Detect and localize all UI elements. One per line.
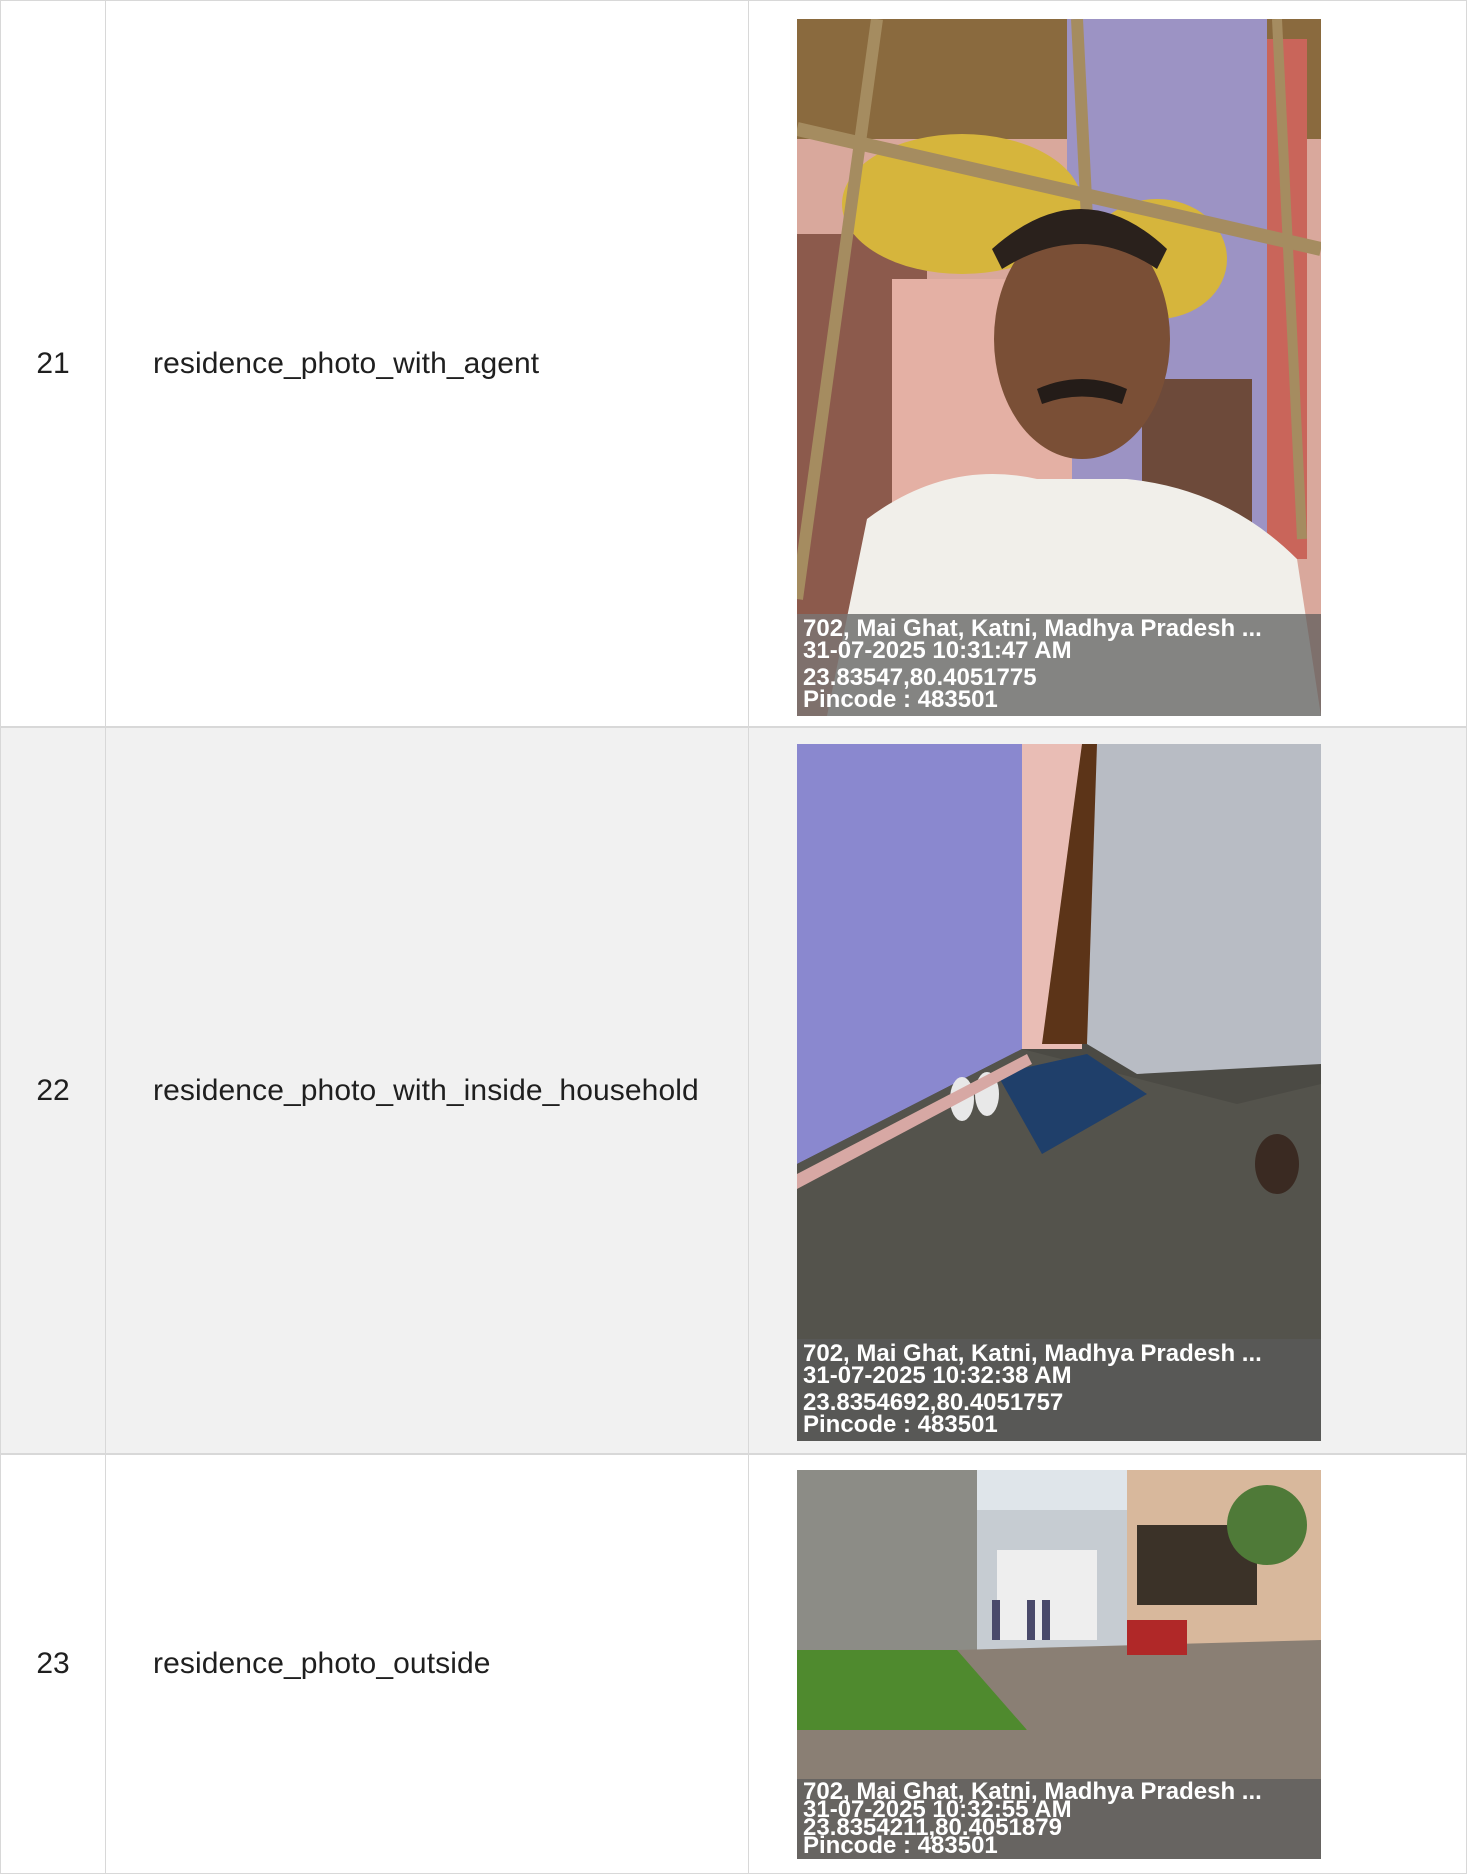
photo-type-label: residence_photo_outside: [105, 1455, 749, 1873]
residence-photo-with-inside-household[interactable]: 702, Mai Ghat, Katni, Madhya Pradesh ...…: [797, 744, 1321, 1441]
photo-cell: 702, Mai Ghat, Katni, Madhya Pradesh ...…: [749, 1455, 1466, 1873]
photo-cell: 702, Mai Ghat, Katni, Madhya Pradesh ...…: [749, 728, 1466, 1453]
inside-household-image: [797, 744, 1321, 1441]
geotag-overlay: 702, Mai Ghat, Katni, Madhya Pradesh ...…: [797, 1779, 1321, 1859]
geotag-overlay: 702, Mai Ghat, Katni, Madhya Pradesh ...…: [797, 1339, 1321, 1441]
photo-type-label: residence_photo_with_agent: [105, 1, 749, 726]
residence-photo-outside[interactable]: 702, Mai Ghat, Katni, Madhya Pradesh ...…: [797, 1470, 1321, 1859]
geotag-pincode: Pincode : 483501: [803, 1832, 998, 1859]
row-number: 22: [1, 728, 106, 1453]
photo-cell: 702, Mai Ghat, Katni, Madhya Pradesh ...…: [749, 1, 1466, 726]
residence-photo-with-agent[interactable]: 702, Mai Ghat, Katni, Madhya Pradesh ...…: [797, 19, 1321, 716]
agent-selfie-image: [797, 19, 1321, 716]
table-row: 23 residence_photo_outside 702, Mai Ghat…: [0, 1454, 1467, 1874]
photo-type-label: residence_photo_with_inside_household: [105, 728, 749, 1453]
geotag-pincode: Pincode : 483501: [803, 686, 998, 713]
table-row: 22 residence_photo_with_inside_household: [0, 727, 1467, 1454]
geotag-datetime: 31-07-2025 10:32:38 AM: [803, 1362, 1072, 1389]
geotag-datetime: 31-07-2025 10:31:47 AM: [803, 637, 1072, 664]
table-row: 21 residence_photo_with_agent 702, Mai G…: [0, 0, 1467, 727]
row-number: 21: [1, 1, 106, 726]
geotag-pincode: Pincode : 483501: [803, 1411, 998, 1438]
geotag-overlay: 702, Mai Ghat, Katni, Madhya Pradesh ...…: [797, 614, 1321, 716]
row-number: 23: [1, 1455, 106, 1873]
